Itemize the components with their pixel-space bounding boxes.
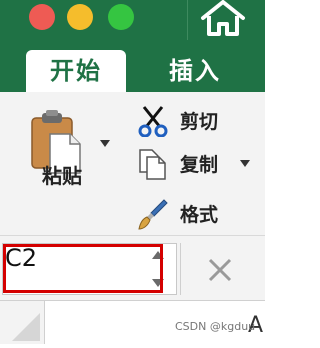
window-minimize-button[interactable] (67, 4, 93, 30)
cut-label: 剪切 (180, 111, 219, 133)
paste-label: 粘贴 (42, 164, 82, 188)
scissors-icon (138, 106, 168, 137)
house-icon[interactable] (200, 0, 246, 36)
copy-button[interactable]: 复制 (138, 148, 258, 180)
paintbrush-icon (138, 199, 168, 230)
select-all-triangle-icon (12, 313, 40, 341)
cut-button[interactable]: 剪切 (138, 105, 258, 137)
copy-label: 复制 (180, 154, 219, 176)
name-box-value: C2 (5, 244, 38, 272)
titlebar-divider (187, 0, 188, 40)
tab-insert[interactable]: 插入 (150, 50, 240, 92)
window-close-button[interactable] (29, 4, 55, 30)
name-box-stepper-icon[interactable] (150, 247, 166, 291)
paste-dropdown-arrow-icon[interactable] (100, 140, 110, 147)
copy-icon (139, 149, 166, 180)
cancel-x-icon[interactable] (205, 255, 235, 285)
formula-bar-divider (180, 243, 181, 295)
watermark: CSDN @kgduu (175, 320, 256, 333)
format-painter-button[interactable]: 格式 (138, 198, 258, 230)
window-maximize-button[interactable] (108, 4, 134, 30)
tab-home[interactable]: 开始 (26, 50, 126, 92)
paste-button[interactable]: 粘贴 (24, 110, 124, 220)
format-painter-label: 格式 (180, 204, 219, 226)
copy-dropdown-arrow-icon[interactable] (240, 160, 250, 167)
select-all-corner[interactable] (0, 301, 45, 344)
